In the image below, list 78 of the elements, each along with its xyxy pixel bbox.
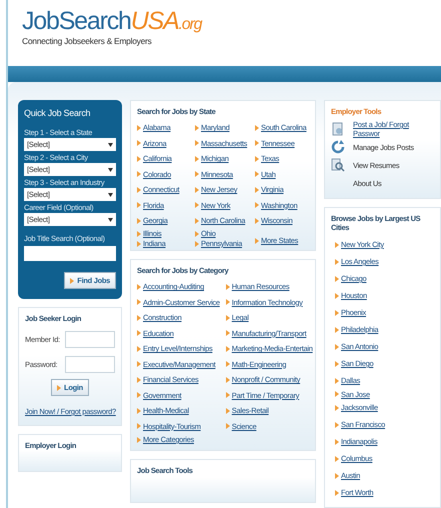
document-icon xyxy=(331,122,345,136)
caret-icon xyxy=(108,168,113,172)
bullet-icon xyxy=(335,391,339,397)
bullet-icon xyxy=(255,171,259,178)
bullet-icon xyxy=(226,423,230,430)
bullet-icon xyxy=(335,242,339,248)
bullet-icon xyxy=(137,171,141,178)
bullet-icon xyxy=(335,276,339,282)
bullet-icon xyxy=(255,124,259,131)
bullet-icon xyxy=(255,202,259,208)
bullet-icon xyxy=(226,408,230,414)
caret-icon xyxy=(108,142,113,146)
bullet-icon xyxy=(137,436,141,442)
bullet-icon xyxy=(255,238,259,244)
bullet-icon xyxy=(137,376,141,383)
logo[interactable]: JobSearchUSA.org xyxy=(22,8,202,38)
bullet-icon xyxy=(137,299,141,306)
bullet-icon xyxy=(255,186,259,193)
bullet-icon xyxy=(335,404,339,410)
bullet-icon xyxy=(137,218,141,224)
bullet-icon xyxy=(335,258,339,264)
bullet-icon xyxy=(226,330,230,336)
caret-icon xyxy=(108,192,113,196)
bullet-icon xyxy=(335,310,339,316)
input-field[interactable] xyxy=(65,356,115,373)
bullet-icon xyxy=(137,140,141,146)
bullet-icon xyxy=(226,376,230,383)
bullet-icon xyxy=(137,124,141,131)
bullet-icon xyxy=(226,299,230,306)
bullet-icon xyxy=(137,240,141,246)
bullet-icon xyxy=(226,314,230,321)
bullet-icon xyxy=(255,218,259,224)
input-field[interactable] xyxy=(65,331,115,348)
bullet-icon xyxy=(335,438,339,444)
bullet-icon xyxy=(195,140,199,146)
bullet-icon xyxy=(137,314,141,321)
bullet-icon xyxy=(137,423,141,430)
bullet-icon xyxy=(226,346,230,352)
bullet-icon xyxy=(57,384,62,390)
bullet-icon xyxy=(195,156,199,162)
tagline: Connecting Jobseekers & Employers xyxy=(22,36,152,46)
bullet-icon xyxy=(335,472,339,478)
bullet-icon xyxy=(195,218,199,224)
bullet-icon xyxy=(137,156,141,162)
bullet-icon xyxy=(335,344,339,350)
bullet-icon xyxy=(70,278,74,284)
bullet-icon xyxy=(226,284,230,290)
bullet-icon xyxy=(137,408,141,414)
bullet-icon xyxy=(335,490,339,496)
bullet-icon xyxy=(226,392,230,398)
bullet-icon xyxy=(195,202,199,208)
bullet-icon xyxy=(255,156,259,162)
refresh-icon xyxy=(331,140,345,154)
magnifier-icon xyxy=(331,158,345,172)
bullet-icon xyxy=(137,392,141,398)
bullet-icon xyxy=(335,378,339,384)
bullet-icon xyxy=(137,202,141,208)
caret-icon xyxy=(108,218,113,222)
bullet-icon xyxy=(335,456,339,462)
bullet-icon xyxy=(137,330,141,336)
bullet-icon xyxy=(137,230,141,236)
panel-title: Quick Job Search xyxy=(24,108,92,118)
bullet-icon xyxy=(137,361,141,368)
bullet-icon xyxy=(226,361,230,368)
bullet-icon xyxy=(195,124,199,131)
bullet-icon xyxy=(195,186,199,193)
bullet-icon xyxy=(335,326,339,332)
input-field[interactable] xyxy=(24,246,116,261)
bullet-icon xyxy=(195,240,199,246)
bullet-icon xyxy=(137,284,141,290)
bullet-icon xyxy=(335,360,339,366)
bullet-icon xyxy=(335,292,339,298)
bullet-icon xyxy=(195,171,199,178)
bullet-icon xyxy=(137,186,141,193)
bullet-icon xyxy=(195,230,199,236)
bullet-icon xyxy=(255,140,259,146)
bullet-icon xyxy=(137,346,141,352)
bullet-icon xyxy=(335,422,339,428)
